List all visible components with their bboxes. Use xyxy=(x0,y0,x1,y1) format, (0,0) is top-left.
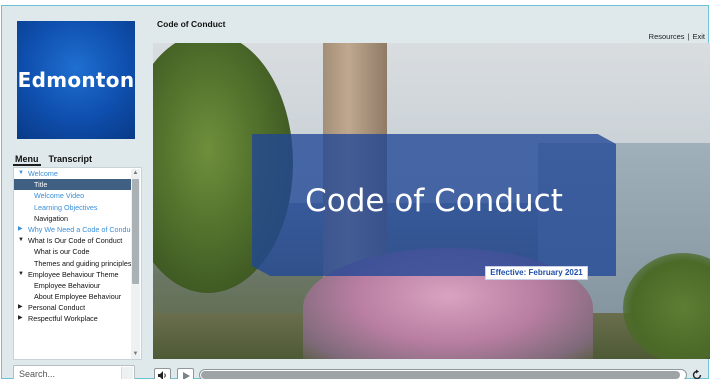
menu-item[interactable]: ▶ Personal Conduct xyxy=(14,302,132,313)
play-button[interactable] xyxy=(177,368,194,379)
menu-item-label: Navigation xyxy=(34,213,68,223)
menu-item[interactable]: Welcome Video xyxy=(14,190,132,201)
menu-scrollbar[interactable]: ▲ ▼ xyxy=(131,169,140,359)
resources-link[interactable]: Resources xyxy=(649,32,685,41)
replay-icon[interactable] xyxy=(691,369,703,379)
menu-item[interactable]: ▶ Respectful Workplace xyxy=(14,313,132,324)
link-separator: | xyxy=(687,32,690,41)
top-link-strip xyxy=(0,0,80,4)
menu-item-label: Why We Need a Code of Conduct xyxy=(28,224,132,234)
menu-item-label: Welcome Video xyxy=(34,191,85,201)
menu-item[interactable]: Title xyxy=(14,179,132,191)
menu-item-label: What is our Code xyxy=(34,247,90,257)
scroll-up-icon[interactable]: ▲ xyxy=(131,169,140,178)
slide-title: Code of Conduct xyxy=(305,183,563,219)
expand-right-icon[interactable]: ▶ xyxy=(18,302,23,313)
menu-list: ▼ Welcome Title Welcome Video Learning Objec… xyxy=(14,168,132,325)
exit-link[interactable]: Exit xyxy=(692,32,705,41)
scroll-down-icon[interactable]: ▼ xyxy=(131,350,140,359)
menu-item[interactable]: What is our Code xyxy=(14,246,132,257)
tab-menu[interactable]: Menu xyxy=(13,154,41,166)
search-button[interactable] xyxy=(121,367,133,379)
menu-item[interactable]: ▼ What Is Our Code of Conduct xyxy=(14,235,132,246)
seek-progress xyxy=(201,371,680,379)
menu-item-label: Welcome xyxy=(28,169,58,178)
scroll-thumb[interactable] xyxy=(132,179,139,284)
player-frame: Edmonton Menu Transcript ▼ Welcome Title We… xyxy=(1,5,710,379)
edmonton-logo: Edmonton xyxy=(17,21,135,139)
top-links: Resources | Exit xyxy=(649,32,705,41)
menu-item[interactable]: Navigation xyxy=(14,213,132,224)
menu-item[interactable]: ▼ Employee Behaviour Theme xyxy=(14,269,132,280)
menu-item-label: Personal Conduct xyxy=(28,303,86,313)
course-title: Code of Conduct xyxy=(157,19,226,29)
logo-text: Edmonton xyxy=(17,68,135,92)
menu-item-label: Learning Objectives xyxy=(34,202,98,212)
menu-item[interactable]: Learning Objectives xyxy=(14,202,132,213)
menu-item-label: Respectful Workplace xyxy=(28,314,98,324)
menu-panel: ▼ Welcome Title Welcome Video Learning Objec… xyxy=(13,167,142,360)
search-input[interactable] xyxy=(13,365,135,379)
expand-right-icon[interactable]: ▶ xyxy=(18,313,23,324)
play-icon xyxy=(183,372,190,379)
tab-transcript[interactable]: Transcript xyxy=(47,154,95,166)
slide-area: Code of Conduct Effective: February 2021 xyxy=(153,43,710,359)
menu-item-label: About Employee Behaviour xyxy=(34,292,122,302)
expand-down-icon[interactable]: ▼ xyxy=(18,269,24,280)
expand-down-icon[interactable]: ▼ xyxy=(18,235,24,246)
menu-item-label: Employee Behaviour Theme xyxy=(28,269,119,279)
expand-down-icon[interactable]: ▼ xyxy=(18,168,24,179)
menu-item-label: Themes and guiding principles xyxy=(34,258,132,268)
expand-right-icon[interactable]: ▶ xyxy=(18,224,23,235)
menu-item[interactable]: ▼ Welcome xyxy=(14,168,132,179)
menu-item[interactable]: Themes and guiding principles xyxy=(14,258,132,269)
speaker-icon xyxy=(158,371,166,379)
menu-item[interactable]: ▶ Why We Need a Code of Conduct xyxy=(14,224,132,235)
menu-item[interactable]: Employee Behaviour xyxy=(14,280,132,291)
menu-item-label: Title xyxy=(34,180,48,190)
menu-item-label: What Is Our Code of Conduct xyxy=(28,236,123,246)
menu-item[interactable]: About Employee Behaviour xyxy=(14,291,132,302)
playback-bar xyxy=(153,367,710,379)
volume-button[interactable] xyxy=(154,368,171,379)
menu-item-label: Employee Behaviour xyxy=(34,280,101,290)
effective-date-label: Effective: February 2021 xyxy=(485,266,588,280)
sidebar-tabs: Menu Transcript xyxy=(13,154,94,166)
seek-bar[interactable] xyxy=(199,369,687,379)
